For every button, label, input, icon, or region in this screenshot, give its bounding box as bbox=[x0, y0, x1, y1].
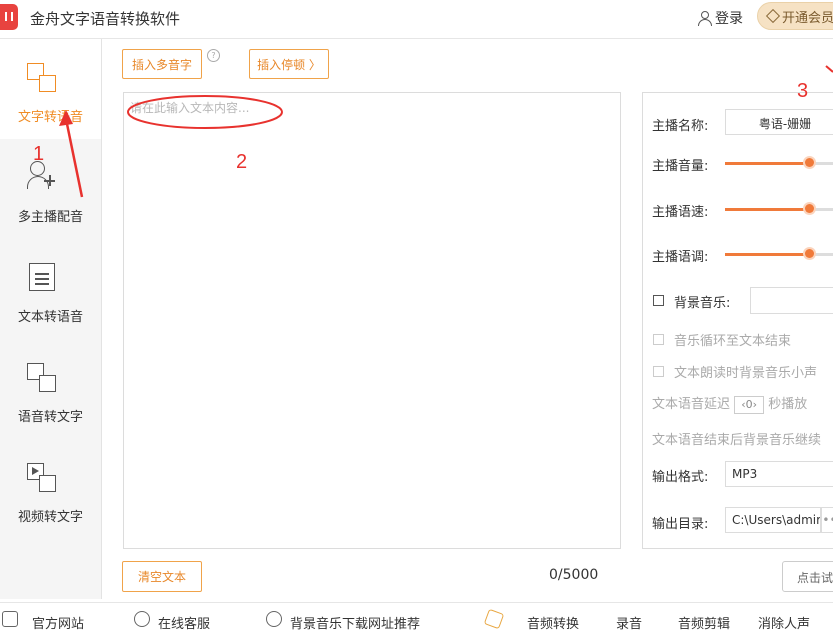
loop-checkbox[interactable] bbox=[653, 334, 664, 345]
volume-slider[interactable] bbox=[725, 158, 833, 167]
footer-link-vocal-remove[interactable]: 消除人声 bbox=[758, 613, 810, 632]
footer-link-record[interactable]: 录音 bbox=[616, 613, 642, 632]
sidebar-item-speech-to-text[interactable]: 语音转文字 bbox=[0, 339, 101, 439]
delay-value: 0 bbox=[745, 397, 753, 411]
bg-music-input[interactable] bbox=[750, 287, 833, 314]
help-icon[interactable]: ? bbox=[207, 49, 220, 62]
volume-label: 主播音量: bbox=[652, 159, 709, 174]
slider-thumb[interactable] bbox=[805, 249, 814, 258]
sidebar-item-label: 语音转文字 bbox=[17, 410, 83, 425]
format-label: 输出格式: bbox=[652, 470, 709, 485]
user-icon bbox=[697, 10, 712, 26]
pitch-slider[interactable] bbox=[725, 249, 833, 258]
vip-button[interactable]: 开通会员 bbox=[757, 2, 833, 30]
document-icon bbox=[27, 261, 59, 293]
bg-music-checkbox[interactable] bbox=[653, 295, 664, 306]
annotation-label-1: 1 bbox=[33, 143, 45, 165]
browse-button[interactable]: ••• bbox=[821, 507, 833, 533]
dir-label: 输出目录: bbox=[652, 517, 709, 532]
delay-prefix: 文本语音延迟 bbox=[652, 397, 731, 412]
sidebar-item-label: 多主播配音 bbox=[17, 210, 83, 225]
annotation-label-3: 3 bbox=[797, 80, 809, 102]
speed-label: 主播语速: bbox=[652, 205, 709, 220]
duck-label: 文本朗读时背景音乐小声 bbox=[674, 366, 818, 381]
sidebar: 文字转语音 多主播配音 文本转语音 语音转文字 视频转文字 bbox=[0, 39, 102, 599]
clear-text-button[interactable]: 清空文本 bbox=[122, 561, 202, 592]
login-button[interactable]: 登录 bbox=[697, 8, 743, 28]
sidebar-item-video-to-text[interactable]: 视频转文字 bbox=[0, 439, 101, 539]
login-label: 登录 bbox=[715, 11, 743, 27]
diamond-icon bbox=[765, 8, 781, 24]
vip-label: 开通会员 bbox=[782, 10, 833, 26]
character-count: 0/5000 bbox=[549, 567, 599, 583]
anchor-name-label: 主播名称: bbox=[652, 119, 709, 134]
format-select[interactable]: MP3 bbox=[725, 461, 833, 487]
sidebar-item-doc-to-speech[interactable]: 文本转语音 bbox=[0, 239, 101, 339]
video-to-text-icon bbox=[27, 461, 59, 493]
footer-link-music[interactable]: 背景音乐下载网址推荐 bbox=[290, 613, 420, 632]
preview-button[interactable]: 点击试听 bbox=[782, 561, 833, 592]
settings-panel: 主播名称: 粤语-姗姗 主播音量: 主播语速: 主播语调: 背景音乐: 音乐循环… bbox=[642, 92, 833, 549]
text-to-speech-icon bbox=[27, 61, 59, 93]
footer-link-edit[interactable]: 音频剪辑 bbox=[678, 613, 730, 632]
sidebar-item-label: 视频转文字 bbox=[17, 510, 83, 525]
text-input-placeholder: 请在此输入文本内容... bbox=[130, 101, 250, 115]
speed-slider[interactable] bbox=[725, 204, 833, 213]
footer-link-website[interactable]: 官方网站 bbox=[32, 613, 84, 632]
app-logo-icon bbox=[0, 4, 18, 30]
pitch-label: 主播语调: bbox=[652, 250, 709, 265]
loop-label: 音乐循环至文本结束 bbox=[674, 334, 792, 349]
dir-input[interactable]: C:\Users\admir bbox=[725, 507, 821, 533]
text-input[interactable]: 请在此输入文本内容... bbox=[123, 92, 621, 549]
app-title: 金舟文字语音转换软件 bbox=[30, 10, 181, 28]
insert-polyphone-button[interactable]: 插入多音字 bbox=[122, 49, 202, 79]
anchor-name-select[interactable]: 粤语-姗姗 bbox=[725, 109, 833, 135]
annotation-arrow-partial bbox=[825, 65, 833, 73]
slider-thumb[interactable] bbox=[805, 158, 814, 167]
footer-link-support[interactable]: 在线客服 bbox=[158, 613, 210, 632]
annotation-label-2: 2 bbox=[236, 151, 248, 173]
delay-row: 文本语音延迟 ‹0› 秒播放 bbox=[652, 393, 807, 414]
after-end-label: 文本语音结束后背景音乐继续 bbox=[652, 433, 822, 448]
delay-stepper[interactable]: ‹0› bbox=[734, 395, 765, 414]
sidebar-item-label: 文本转语音 bbox=[17, 310, 83, 325]
sidebar-item-text-to-speech[interactable]: 文字转语音 bbox=[0, 39, 101, 139]
footer-bar: 官方网站 在线客服 背景音乐下载网址推荐 音频转换 录音 音频剪辑 消除人声 bbox=[0, 602, 833, 632]
slider-thumb[interactable] bbox=[805, 204, 814, 213]
bg-music-label: 背景音乐: bbox=[674, 296, 731, 311]
duck-checkbox[interactable] bbox=[653, 366, 664, 377]
convert-icon bbox=[483, 608, 505, 630]
footer-link-convert[interactable]: 音频转换 bbox=[527, 613, 579, 632]
speech-to-text-icon bbox=[27, 361, 59, 393]
delay-suffix: 秒播放 bbox=[768, 397, 808, 412]
title-bar: 金舟文字语音转换软件 登录 开通会员 bbox=[0, 0, 833, 39]
sidebar-item-multi-anchor[interactable]: 多主播配音 bbox=[0, 139, 101, 239]
sidebar-item-label: 文字转语音 bbox=[17, 110, 83, 125]
insert-pause-button[interactable]: 插入停顿 〉 bbox=[249, 49, 329, 79]
